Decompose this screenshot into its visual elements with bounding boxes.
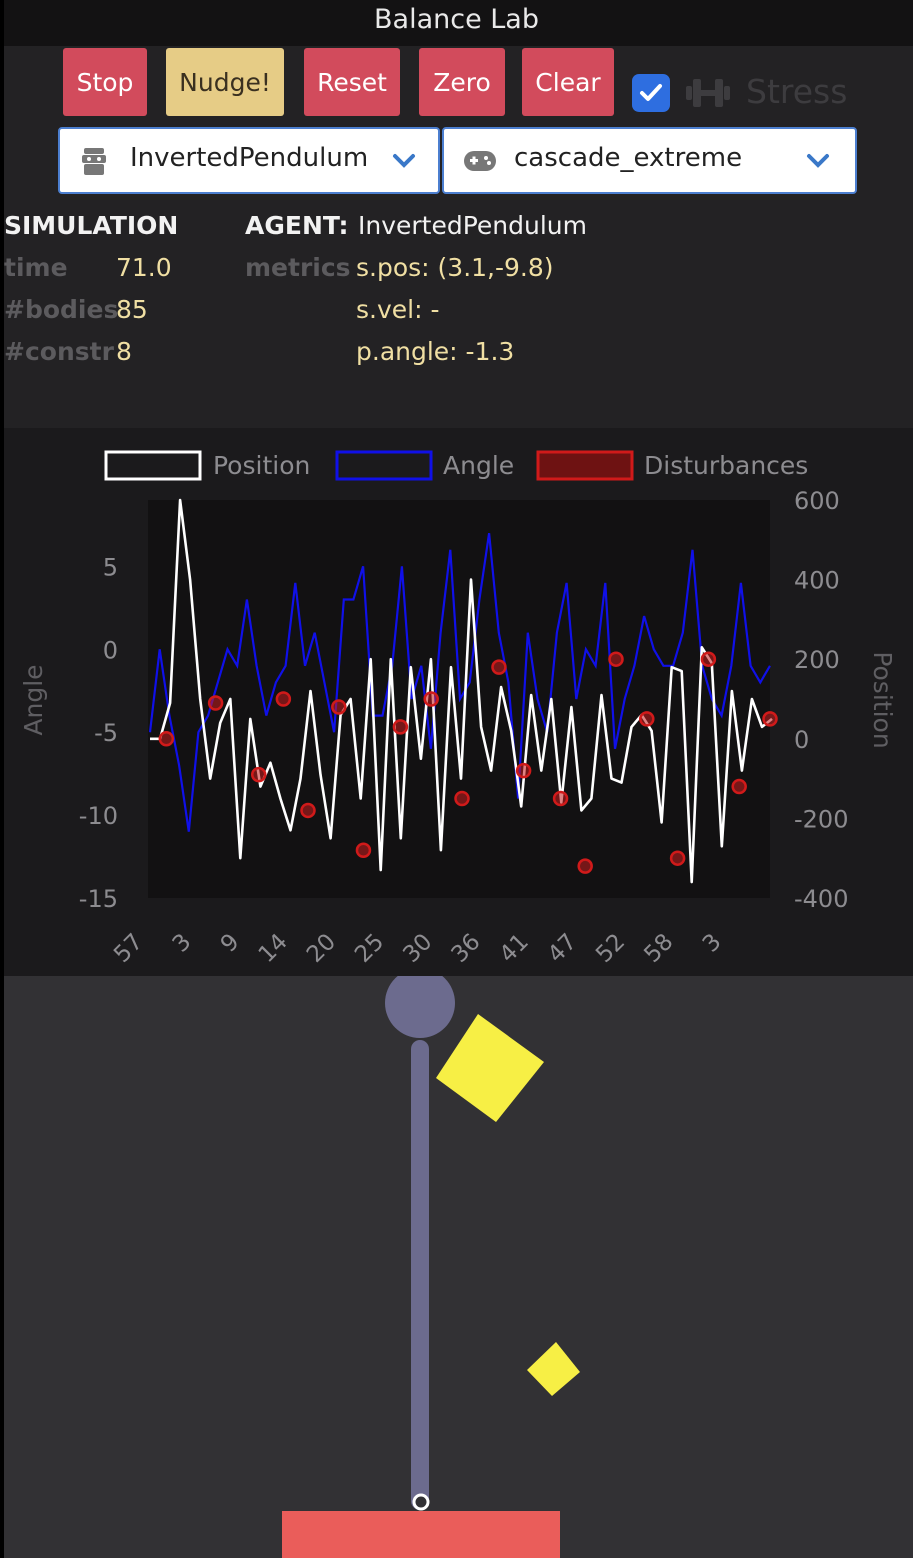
y-left-tick-label: 5: [103, 553, 118, 581]
bodies-label: #bodies: [4, 295, 119, 324]
gamepad-icon: [464, 151, 496, 171]
y-left-tick-label: -10: [79, 802, 118, 830]
x-tick-label: 14: [254, 929, 293, 968]
disturbance-point: [552, 790, 569, 807]
y-right-tick-label: 0: [794, 726, 809, 754]
metrics-label: metrics: [245, 253, 351, 282]
constr-label: #constr: [4, 337, 114, 366]
disturbance-point: [700, 651, 717, 667]
x-tick-label: 25: [350, 929, 389, 968]
robot-icon: [82, 148, 106, 175]
chart-svg: Position Angle Disturbances 5 0 -5 -10 -15 600 40…: [19, 450, 897, 968]
y-right-tick-label: -400: [794, 885, 848, 913]
legend-swatch: [335, 450, 433, 481]
y-left-tick-label: -15: [79, 885, 118, 913]
disturbance-point: [275, 691, 292, 707]
x-tick-label: 3: [168, 929, 197, 958]
disturbance-point: [577, 858, 593, 874]
chevron-down-icon: [807, 154, 829, 168]
legend-label: Disturbances: [644, 451, 808, 480]
legend-label: Position: [213, 451, 310, 480]
agent-heading: AGENT:: [245, 211, 349, 240]
agent-name: InvertedPendulum: [358, 211, 587, 240]
disturbance-point: [207, 695, 224, 711]
time-label: time: [4, 253, 68, 282]
disturbance-point: [639, 711, 655, 727]
info-panel: SIMULATION time 71.0 #bodies 85 #constr …: [4, 206, 913, 428]
app-window: Balance Lab Stop Nudge! Reset Zero Clear…: [4, 0, 913, 1558]
x-tick-label: 30: [398, 929, 437, 968]
pendulum-bob[interactable]: [385, 976, 455, 1038]
disturbance-point: [491, 659, 507, 675]
y-right-tick-label: 600: [794, 487, 840, 515]
simulation-heading: SIMULATION: [4, 211, 179, 240]
clear-button[interactable]: Clear: [522, 48, 614, 116]
zero-button[interactable]: Zero: [419, 48, 505, 116]
stress-label: Stress: [746, 72, 848, 111]
chevron-down-icon: [393, 154, 415, 168]
metric-pos: s.pos: (3.1,-9.8): [356, 253, 554, 282]
y-left-tick-label: 0: [103, 636, 118, 664]
disturbance-point: [423, 691, 439, 707]
cart-base[interactable]: [282, 1511, 560, 1558]
y-right-tick-label: -200: [794, 805, 848, 833]
disturbance-point: [731, 778, 747, 795]
pendulum-pole[interactable]: [411, 1040, 429, 1510]
x-tick-label: 52: [591, 929, 630, 968]
agent-select[interactable]: InvertedPendulum: [58, 127, 440, 194]
y-right-tick-label: 200: [794, 646, 840, 674]
physics-scene[interactable]: [4, 976, 913, 1558]
disturbance-point: [300, 802, 316, 819]
pivot[interactable]: [412, 1493, 430, 1511]
check-icon: [640, 84, 662, 101]
disturbance-point: [331, 699, 347, 715]
toolbar: Stop Nudge! Reset Zero Clear Stress Inve…: [4, 46, 913, 206]
nudge-button[interactable]: Nudge!: [166, 48, 284, 116]
title-bar: Balance Lab: [4, 0, 913, 46]
metric-angle: p.angle: -1.3: [356, 337, 515, 366]
legend-swatch: [104, 450, 202, 481]
x-tick-label: 58: [639, 929, 678, 968]
dumbbell-icon: [686, 79, 730, 107]
legend-label: Angle: [443, 451, 514, 480]
metric-vel: s.vel: -: [356, 295, 440, 324]
reset-button[interactable]: Reset: [304, 48, 400, 116]
legend-swatch: [536, 450, 634, 481]
scene-svg: [282, 976, 580, 1558]
x-tick-label: 47: [543, 929, 582, 968]
stop-button[interactable]: Stop: [63, 48, 147, 116]
bodies-value: 85: [116, 295, 148, 324]
disturbance-point: [158, 731, 175, 747]
scenario-select-value: cascade_extreme: [514, 143, 743, 173]
disturbance-point: [454, 790, 470, 807]
time-value: 71.0: [116, 253, 172, 282]
app-title: Balance Lab: [374, 4, 539, 35]
disturbance-point: [392, 719, 409, 735]
constr-value: 8: [116, 337, 132, 366]
y-left-tick-label: -5: [94, 719, 118, 747]
x-tick-label: 20: [302, 929, 341, 968]
x-tick-label: 41: [495, 929, 534, 968]
disturbance-point: [669, 850, 686, 866]
box[interactable]: [527, 1342, 580, 1396]
disturbance-point: [762, 711, 778, 727]
x-tick-label: 57: [109, 929, 148, 968]
disturbance-point: [355, 842, 372, 858]
telemetry-chart: Position Angle Disturbances 5 0 -5 -10 -15 600 40…: [4, 428, 913, 976]
x-tick-label: 9: [216, 929, 245, 958]
y-right-tick-label: 400: [794, 567, 840, 595]
disturbance-point: [515, 762, 532, 779]
y-left-axis-label: Angle: [19, 664, 48, 735]
y-right-axis-label: Position: [868, 651, 897, 748]
disturbance-point: [250, 766, 267, 783]
agent-select-value: InvertedPendulum: [130, 143, 369, 173]
disturbance-point: [608, 651, 624, 667]
x-tick-label: 3: [698, 929, 727, 958]
scenario-select[interactable]: cascade_extreme: [442, 127, 857, 194]
stress-checkbox[interactable]: [632, 74, 670, 112]
x-tick-label: 36: [447, 929, 486, 968]
box[interactable]: [436, 1014, 544, 1122]
